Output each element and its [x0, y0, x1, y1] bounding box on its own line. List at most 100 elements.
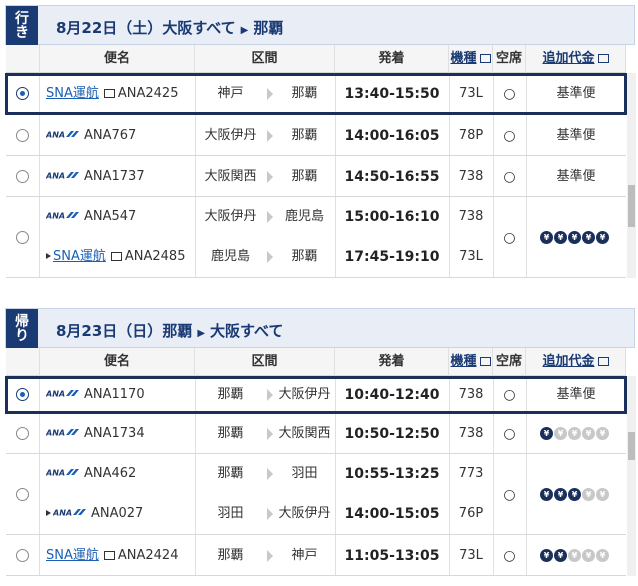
header-time: 発着 — [335, 45, 449, 73]
svg-text:ANA: ANA — [46, 390, 65, 398]
ana-logo-icon: ANA — [53, 509, 86, 516]
flight-number-cell: ANA ANA1734 — [46, 414, 145, 454]
flight-radio[interactable] — [16, 487, 29, 501]
flight-radio[interactable] — [16, 548, 29, 562]
flight-row[interactable]: ANA ANA1170 那覇 大阪伊丹 10:40-12:40 738 ○ 基準便 — [5, 376, 627, 414]
departure-airport: 那覇 — [217, 466, 244, 481]
popup-window-icon[interactable] — [479, 357, 491, 366]
yen-coin-icon: ¥ — [582, 230, 595, 244]
yen-coin-icon: ¥ — [582, 487, 595, 501]
sna-operated-link[interactable]: SNA運航 — [46, 86, 99, 101]
flight-number: ANA1737 — [84, 168, 145, 184]
popup-window-icon[interactable] — [479, 54, 491, 63]
radio-cell[interactable] — [6, 454, 40, 534]
column-divider — [526, 197, 527, 277]
flight-row[interactable]: ANA ANA462 那覇 羽田 10:55-13:25 773 ANA ANA027 羽田 大阪… — [6, 454, 626, 535]
arrival-airport: 鹿児島 — [284, 209, 324, 224]
flight-number: ANA2485 — [124, 249, 186, 264]
header-segment-label: 区間 — [251, 51, 278, 66]
radio-cell[interactable] — [6, 414, 40, 453]
segment-arrow-icon — [267, 88, 273, 100]
radio-cell[interactable] — [6, 76, 40, 112]
header-segment: 区間 — [195, 45, 335, 73]
vacancy-status: ○ — [503, 229, 516, 246]
column-divider — [526, 454, 527, 534]
aircraft-type: 738 — [458, 426, 484, 441]
scrollbar-thumb[interactable] — [628, 185, 635, 227]
header-fare-label: 追加代金 — [542, 354, 595, 369]
segment-arrow-icon — [267, 251, 273, 263]
segment-arrow-icon — [267, 428, 273, 440]
radio-cell[interactable] — [6, 197, 40, 277]
flight-number-cell: SNA運航 ANA2425 — [46, 74, 178, 114]
fare-label: 基準便 — [556, 86, 596, 101]
inbound-section: 帰り 8月23日（日）那覇 ▶ 大阪すべて 便名 区間 発着 機種 空席 追加代金 ANA ANA11… — [5, 308, 636, 586]
yen-coin-icon: ¥ — [568, 427, 581, 440]
departure-airport: 鹿児島 — [210, 249, 250, 264]
departure-airport: 大阪関西 — [204, 168, 257, 184]
column-divider — [526, 414, 527, 453]
popup-window-icon[interactable] — [110, 252, 122, 261]
flight-number-cell: SNA運航 ANA2485 — [46, 237, 185, 277]
flight-number-cell: ANA ANA1737 — [46, 157, 145, 197]
sna-operated-link[interactable]: SNA運航 — [46, 548, 99, 563]
column-divider — [195, 535, 196, 575]
connection-arrow-icon — [46, 253, 51, 259]
table-scrollbar[interactable] — [627, 73, 636, 278]
segment-arrow-icon — [267, 129, 273, 142]
table-scrollbar[interactable] — [627, 376, 636, 576]
vacancy-status: ○ — [503, 486, 516, 503]
flight-radio[interactable] — [16, 427, 29, 440]
header-aircraft[interactable]: 機種 — [449, 45, 493, 73]
fare-label: 基準便 — [556, 168, 596, 184]
svg-text:ANA: ANA — [46, 469, 65, 477]
yen-coin-icon: ¥ — [540, 487, 553, 501]
header-fare[interactable]: 追加代金 — [526, 348, 626, 376]
header-fare[interactable]: 追加代金 — [526, 45, 626, 73]
inbound-header: 帰り 8月23日（日）那覇 ▶ 大阪すべて — [5, 308, 635, 349]
header-aircraft[interactable]: 機種 — [449, 348, 493, 376]
popup-window-icon[interactable] — [597, 54, 609, 63]
flight-row[interactable]: ANA ANA1737 大阪関西 那覇 14:50-16:55 738 ○ 基準便 — [6, 156, 626, 197]
yen-coin-icon: ¥ — [540, 230, 553, 244]
header-aircraft-label: 機種 — [450, 51, 477, 66]
departure-airport: 那覇 — [217, 426, 244, 441]
radio-cell[interactable] — [6, 115, 40, 155]
popup-window-icon[interactable] — [103, 89, 115, 98]
aircraft-type: 78P — [458, 127, 484, 143]
flight-number: ANA1170 — [84, 387, 145, 402]
vacancy-status: ○ — [503, 426, 516, 442]
popup-window-icon[interactable] — [597, 357, 609, 366]
flight-radio[interactable] — [16, 388, 29, 401]
flight-radio[interactable] — [16, 169, 29, 183]
popup-window-icon[interactable] — [103, 550, 115, 560]
departure-airport: 神戸 — [217, 86, 244, 101]
yen-coin-icon: ¥ — [568, 487, 581, 501]
yen-coin-icon: ¥ — [554, 230, 567, 244]
radio-cell[interactable] — [6, 156, 40, 196]
column-divider — [195, 454, 196, 534]
sna-operated-link[interactable]: SNA運航 — [53, 249, 106, 264]
flight-radio[interactable] — [16, 230, 29, 244]
column-divider — [195, 156, 196, 196]
route-date: 8月22日（土） — [56, 19, 163, 37]
flight-radio[interactable] — [16, 128, 29, 142]
flight-row[interactable]: ANA ANA547 大阪伊丹 鹿児島 15:00-16:10 738 SNA運航 ANA24… — [6, 197, 626, 278]
outbound-section: 行き 8月22日（土）大阪すべて ▶ 那覇 便名 区間 発着 機種 空席 追加代金 SNA運航 ANA… — [5, 5, 636, 280]
yen-coin-icon: ¥ — [596, 548, 609, 562]
flight-row[interactable]: ANA ANA1734 那覇 大阪関西 10:50-12:50 738 ○ ¥ ¥ ¥ ¥ ¥ — [6, 414, 626, 454]
radio-cell[interactable] — [6, 379, 40, 411]
arrival-airport: 那覇 — [291, 249, 318, 264]
flight-row[interactable]: ANA ANA767 大阪伊丹 那覇 14:00-16:05 78P ○ 基準便 — [6, 115, 626, 156]
flight-radio[interactable] — [16, 87, 29, 100]
flight-row[interactable]: SNA運航 ANA2424 那覇 神戸 11:05-13:05 73L ○ ¥ ¥ ¥ ¥ ¥ — [6, 535, 626, 576]
radio-cell[interactable] — [6, 535, 40, 575]
flight-row[interactable]: SNA運航 ANA2425 神戸 那覇 13:40-15:50 73L ○ 基準便 — [5, 73, 627, 115]
arrival-airport: 大阪伊丹 — [278, 387, 331, 402]
scrollbar-thumb[interactable] — [628, 432, 635, 460]
aircraft-type: 773 — [458, 466, 484, 481]
flight-number-cell: ANA ANA462 — [46, 454, 136, 494]
yen-coin-icon: ¥ — [568, 548, 581, 562]
additional-fare-coins: ¥ ¥ ¥ ¥ ¥ — [540, 487, 609, 501]
flight-number-cell: SNA運航 ANA2424 — [46, 536, 178, 576]
